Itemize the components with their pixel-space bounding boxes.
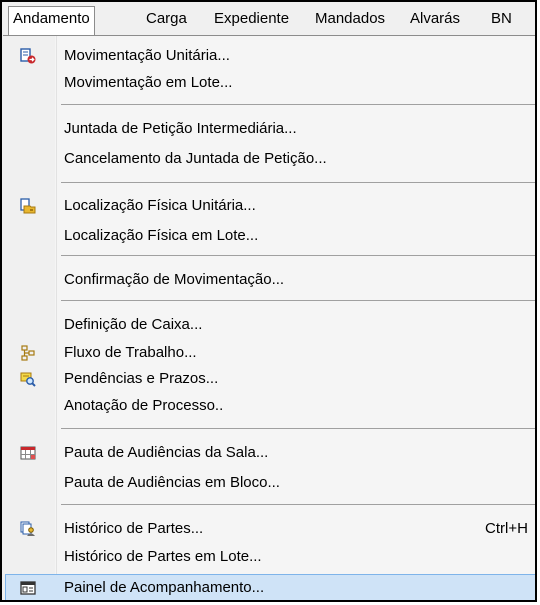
menu-item-pauta-sala[interactable]: Pauta de Audiências da Sala... xyxy=(3,440,535,466)
shortcut-label: Ctrl+H xyxy=(485,520,528,537)
andamento-dropdown-menu: Movimentação Unitária... Movimentação em… xyxy=(3,35,535,600)
menu-item-historico-partes[interactable]: Histórico de Partes... Ctrl+H xyxy=(3,516,535,542)
menu-carga-label: Carga xyxy=(146,10,187,27)
menu-item-label: Histórico de Partes em Lote... xyxy=(64,548,262,565)
menu-item-label: Localização Física Unitária... xyxy=(64,197,256,214)
menu-separator xyxy=(61,300,535,301)
window-frame: Andamento Carga Expediente Mandados Alva… xyxy=(0,0,537,602)
menu-item-painel-acompanhamento[interactable]: Painel de Acompanhamento... xyxy=(3,575,535,600)
menu-item-label: Histórico de Partes... xyxy=(64,520,204,537)
menu-separator xyxy=(61,104,535,105)
menu-mandados[interactable]: Mandados xyxy=(311,6,389,32)
move-doc-icon xyxy=(20,48,36,64)
menu-bn[interactable]: BN xyxy=(487,6,516,32)
menu-item-juntada-peticao[interactable]: Juntada de Petição Intermediária... xyxy=(3,116,535,142)
menu-item-label: Pendências e Prazos... xyxy=(64,370,219,387)
menu-item-label: Movimentação em Lote... xyxy=(64,74,233,91)
menu-item-pauta-bloco[interactable]: Pauta de Audiências em Bloco... xyxy=(3,470,535,496)
menu-andamento[interactable]: Andamento xyxy=(8,6,95,36)
menu-item-localizacao-unitaria[interactable]: Localização Física Unitária... xyxy=(3,193,535,219)
menu-item-label: Anotação de Processo.. xyxy=(64,397,224,414)
menu-alvaras-label: Alvarás xyxy=(410,10,461,27)
panel-icon xyxy=(20,581,36,595)
folder-location-icon xyxy=(20,198,36,214)
menu-separator xyxy=(61,255,535,256)
menu-item-label: Movimentação Unitária... xyxy=(64,47,230,64)
workflow-icon xyxy=(21,345,35,361)
menu-andamento-label: Andamento xyxy=(13,10,90,27)
menu-separator xyxy=(61,182,535,183)
menu-item-fluxo-trabalho[interactable]: Fluxo de Trabalho... xyxy=(3,340,535,366)
menu-item-label: Pauta de Audiências da Sala... xyxy=(64,444,269,461)
menu-item-definicao-caixa[interactable]: Definição de Caixa... xyxy=(3,312,535,338)
menu-expediente-label: Expediente xyxy=(214,10,290,27)
menu-item-label: Juntada de Petição Intermediária... xyxy=(64,120,297,137)
menu-item-anotacao-processo[interactable]: Anotação de Processo.. xyxy=(3,393,535,419)
menu-item-label: Definição de Caixa... xyxy=(64,316,203,333)
menu-bn-label: BN xyxy=(491,10,512,27)
menu-item-movimentacao-lote[interactable]: Movimentação em Lote... xyxy=(3,70,535,96)
search-doc-icon xyxy=(20,372,36,387)
menu-separator xyxy=(61,504,535,505)
menu-mandados-label: Mandados xyxy=(315,10,386,27)
menu-item-confirmacao-movimentacao[interactable]: Confirmação de Movimentação... xyxy=(3,267,535,293)
menu-bar: Andamento Carga Expediente Mandados Alva… xyxy=(2,2,535,36)
menu-item-label: Cancelamento da Juntada de Petição... xyxy=(64,150,327,167)
menu-item-label: Confirmação de Movimentação... xyxy=(64,271,285,288)
menu-item-label: Pauta de Audiências em Bloco... xyxy=(64,474,280,491)
menu-item-label: Fluxo de Trabalho... xyxy=(64,344,197,361)
menu-expediente[interactable]: Expediente xyxy=(210,6,293,32)
menu-alvaras[interactable]: Alvarás xyxy=(406,6,464,32)
menu-item-label: Painel de Acompanhamento... xyxy=(64,579,265,596)
menu-item-localizacao-lote[interactable]: Localização Física em Lote... xyxy=(3,223,535,249)
menu-item-historico-partes-lote[interactable]: Histórico de Partes em Lote... xyxy=(3,544,535,570)
menu-item-pendencias-prazos[interactable]: Pendências e Prazos... xyxy=(3,366,535,392)
menu-separator xyxy=(61,428,535,429)
menu-item-cancelamento-juntada[interactable]: Cancelamento da Juntada de Petição... xyxy=(3,146,535,172)
history-people-icon xyxy=(20,521,35,536)
menu-item-movimentacao-unitaria[interactable]: Movimentação Unitária... xyxy=(3,43,535,69)
menu-item-label: Localização Física em Lote... xyxy=(64,227,259,244)
calendar-grid-icon xyxy=(20,446,36,460)
menu-carga[interactable]: Carga xyxy=(142,6,191,32)
